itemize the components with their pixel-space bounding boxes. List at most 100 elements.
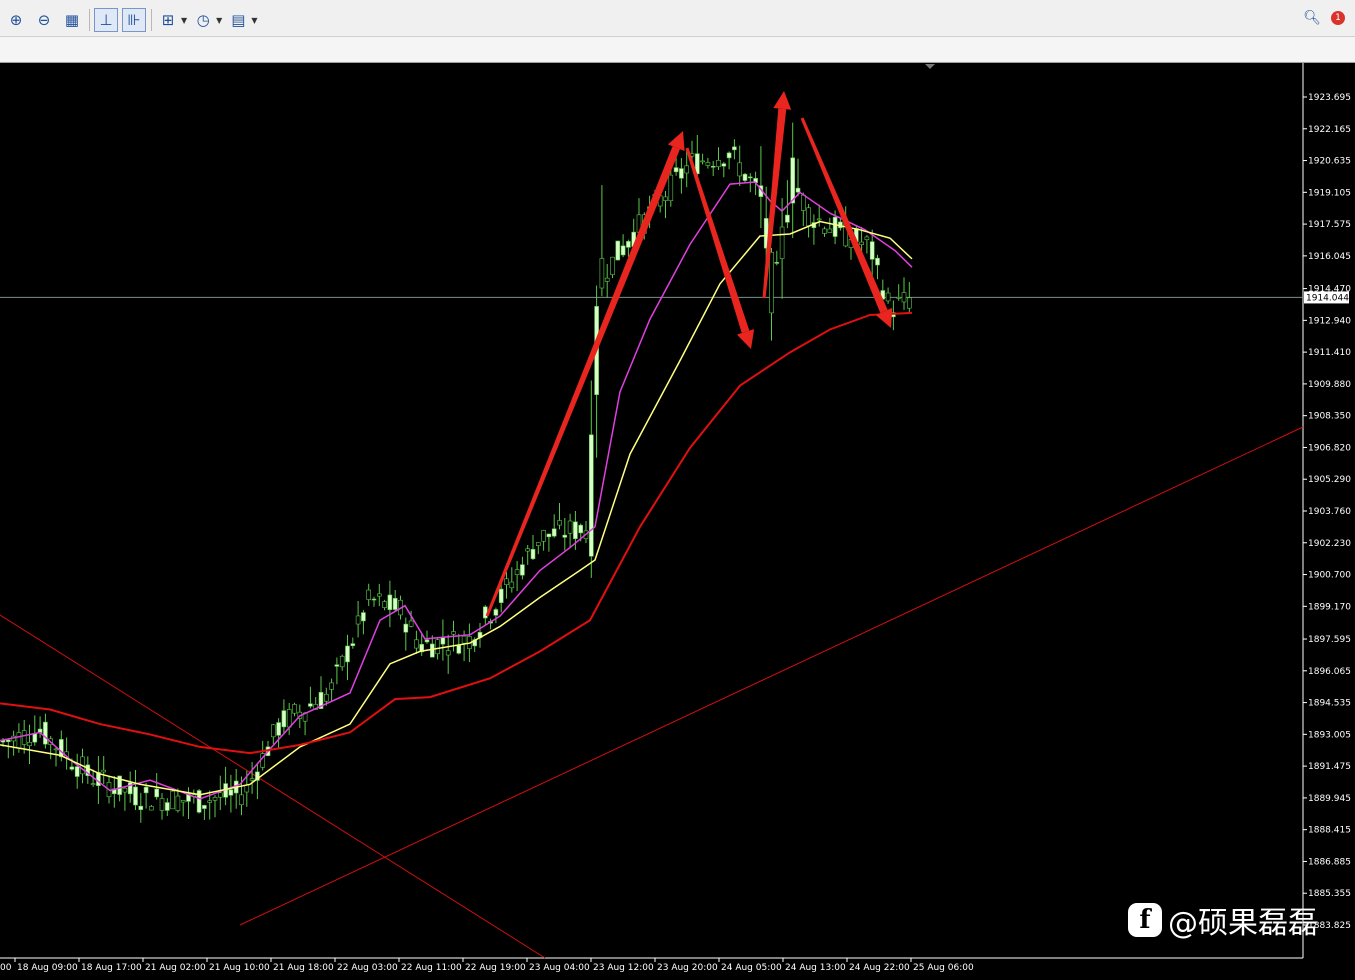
fast-moving-average-line [0,181,913,800]
candle-body [408,620,414,627]
candle-body [562,534,568,538]
indicators-button[interactable]: ⊞ [156,8,180,32]
candle-body [180,800,186,803]
candle-body [498,588,504,603]
time-label: 18 Aug 17:00 [81,963,142,973]
candle-body [546,533,552,538]
notification-badge[interactable]: 1 [1331,11,1345,25]
zoom-in-icon: ⊕ [9,11,23,29]
candle-body [239,794,244,806]
candle-body [610,256,615,275]
toolbar-row: ⊕ ⊖ ▦ ⊥ ⊪ ⊞ ▼ ◷ ▼ ▤ ▼ [0,4,257,36]
price-label: 1896.065 [1308,667,1351,677]
candle-body [90,783,96,785]
candle-body [551,528,557,537]
dropdown-arrow-icon[interactable]: ▼ [251,16,257,25]
candle-body [822,228,827,234]
candle-body [308,703,313,707]
candle-body [32,733,38,743]
time-label: 23 Aug 04:00 [529,963,590,973]
candle-body [228,789,234,796]
candle-body [276,722,281,736]
candle-body [440,637,446,645]
candle-body [525,548,531,552]
up-arrow-annotation [485,131,685,617]
auto-scroll-button[interactable]: ⊪ [122,8,146,32]
candle-body [832,216,838,237]
candle-body [684,165,690,174]
search-icon[interactable]: 🔍︎ [1303,10,1321,26]
candle-body [732,146,737,151]
time-label: 21 Aug 10:00 [209,963,270,973]
candle-body [244,784,250,793]
chart-shift-button[interactable]: ⊥ [94,8,118,32]
candle-body [530,549,536,560]
candle-body [885,292,891,302]
candle-body [133,786,138,806]
candle-body [806,207,811,227]
current-price-label: 1914.044 [1306,293,1349,303]
candle-body [101,769,106,773]
candle-body [456,645,462,654]
candle-body [371,598,377,601]
tile-windows-button[interactable]: ▦ [60,8,84,32]
periods-button[interactable]: ◷ [191,8,215,32]
time-label: 00 [0,963,12,973]
candle-body [58,739,64,758]
candle-body [21,730,27,745]
main-toolbar: ⊕ ⊖ ▦ ⊥ ⊪ ⊞ ▼ ◷ ▼ ▤ ▼ 🔍︎ 1 [0,0,1355,63]
candle-body [6,739,11,743]
candle-body [567,520,573,534]
candle-body [827,228,833,233]
candle-body [557,520,562,526]
price-label: 1886.885 [1308,857,1351,867]
arrow-head [773,91,792,110]
candle-body [403,623,409,633]
time-label: 18 Aug 09:00 [17,963,78,973]
time-label: 25 Aug 06:00 [913,963,974,973]
price-label: 1897.595 [1308,635,1351,645]
zoom-out-button[interactable]: ⊖ [32,8,56,32]
price-label: 1922.165 [1308,125,1351,135]
grid-icon: ▦ [64,11,80,29]
time-label: 22 Aug 11:00 [401,963,462,973]
slow-moving-average-line [0,311,913,755]
templates-button[interactable]: ▤ [226,8,250,32]
candle-body [679,168,684,179]
dropdown-arrow-icon[interactable]: ▼ [216,16,222,25]
candle-body [578,524,584,534]
price-label: 1919.105 [1308,188,1351,198]
candle-body [509,581,515,589]
price-label: 1905.290 [1308,475,1351,485]
candle-body [663,196,668,201]
candle-body [424,639,430,643]
candle-body [615,240,621,261]
candle-body [323,693,329,702]
candle-body [339,655,345,668]
time-label: 24 Aug 22:00 [849,963,910,973]
candle-body [143,786,149,794]
candle-body [769,251,774,314]
candle-body [429,643,435,658]
candle-body [599,258,605,289]
template-icon: ▤ [231,11,246,29]
add-indicator-icon: ⊞ [161,11,175,29]
candle-body [869,241,875,260]
chart-canvas[interactable]: 1923.695 1922.165 1920.635 1919.105 1917.575… [0,63,1355,976]
chart-shift-icon: ⊥ [99,11,113,29]
price-chart[interactable]: 1923.695 1922.165 1920.635 1919.105 1917.575… [0,63,1355,976]
candle-body [27,742,32,747]
candle-body [721,163,727,167]
candle-body [334,664,340,667]
price-label: 1893.005 [1308,730,1351,740]
candle-body [175,795,181,811]
candle-body [504,578,509,586]
candle-body [212,797,218,801]
candle-body [414,639,419,649]
zoom-in-button[interactable]: ⊕ [4,8,28,32]
candle-body [710,166,716,168]
dropdown-arrow-icon[interactable]: ▼ [181,16,187,25]
time-label: 23 Aug 20:00 [657,963,718,973]
price-label: 1908.350 [1308,412,1351,422]
auto-scroll-icon: ⊪ [127,11,141,29]
